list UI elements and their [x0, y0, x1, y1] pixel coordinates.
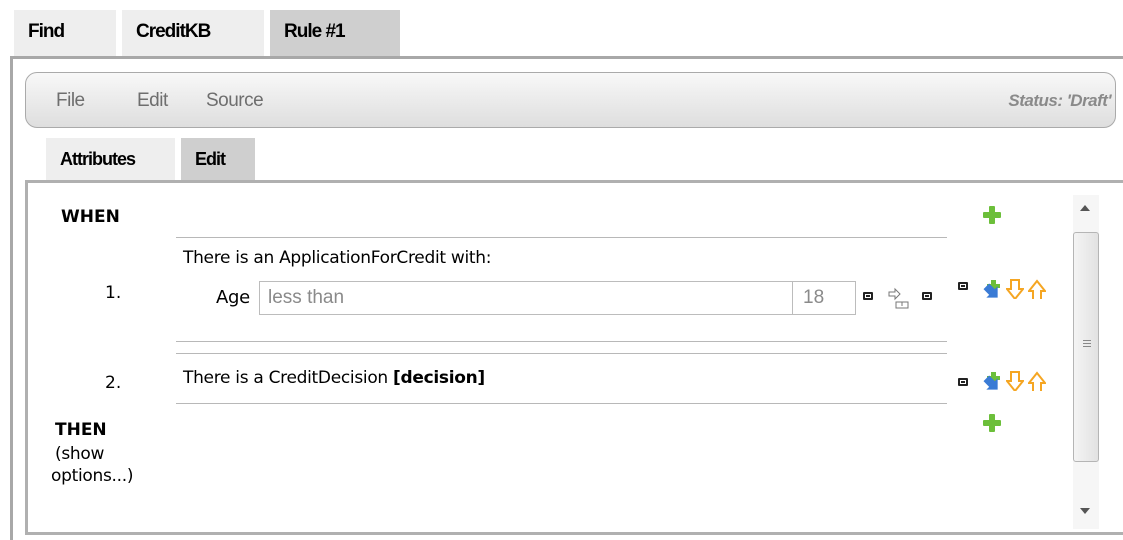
tab-rule-1[interactable]: Rule #1: [270, 10, 400, 56]
move-down-1-icon[interactable]: [1006, 279, 1024, 299]
remove-condition-2-icon[interactable]: [958, 378, 968, 386]
condition-1-number: 1.: [105, 283, 122, 303]
tab-find-label: Find: [28, 21, 65, 42]
scrollbar-thumb[interactable]: [1073, 232, 1099, 462]
edit-connective-icon[interactable]: [887, 286, 915, 310]
when-label: WHEN: [61, 207, 120, 227]
scroll-up-icon[interactable]: [1080, 205, 1090, 211]
add-action-icon[interactable]: [983, 414, 1001, 432]
menu-source[interactable]: Source: [206, 73, 264, 129]
rule-editor: [25, 180, 1123, 535]
move-up-2-icon[interactable]: [1028, 371, 1046, 391]
remove-constraint-icon[interactable]: [922, 292, 932, 300]
operator-dropdown[interactable]: less than: [259, 281, 820, 315]
scroll-down-icon[interactable]: [1080, 508, 1090, 514]
grip-line: [1083, 340, 1091, 341]
divider: [176, 341, 947, 342]
condition-2-binding: [decision]: [393, 368, 485, 388]
add-condition-icon[interactable]: [983, 206, 1001, 224]
age-value-input[interactable]: 18: [792, 281, 856, 315]
then-label: THEN: [55, 420, 107, 440]
tab-creditkb-label: CreditKB: [136, 21, 211, 42]
condition-2-pattern: There is a CreditDecision: [183, 368, 388, 388]
grip-line: [1083, 343, 1091, 344]
menu-file[interactable]: File: [56, 73, 85, 129]
tab-edit[interactable]: Edit: [181, 138, 255, 180]
condition-2-text: There is a CreditDecision [decision]: [183, 368, 485, 388]
editor-menubar: File Edit Source Status: 'Draft': [25, 72, 1116, 128]
menu-edit[interactable]: Edit: [137, 73, 168, 129]
tab-attributes[interactable]: Attributes: [46, 138, 175, 180]
condition-2-number: 2.: [105, 373, 122, 393]
tab-attributes-label: Attributes: [60, 149, 136, 169]
divider: [176, 237, 947, 238]
grip-line: [1083, 346, 1091, 347]
tab-creditkb[interactable]: CreditKB: [122, 10, 264, 56]
divider: [176, 403, 947, 404]
condition-1-text: There is an ApplicationForCredit with:: [183, 248, 492, 268]
tab-edit-label: Edit: [195, 149, 226, 169]
divider: [176, 353, 947, 354]
remove-condition-1-icon[interactable]: [958, 282, 968, 290]
field-label-age: Age: [216, 287, 250, 308]
show-options-link-line2[interactable]: options...): [51, 466, 133, 486]
insert-condition-2-icon[interactable]: [982, 372, 1000, 392]
operator-selected: less than: [268, 287, 345, 308]
age-value: 18: [803, 287, 825, 308]
show-options-link-line1[interactable]: (show: [55, 444, 104, 464]
status-label: Status: 'Draft': [1008, 91, 1111, 110]
move-down-2-icon[interactable]: [1006, 371, 1024, 391]
tab-rule-1-label: Rule #1: [284, 21, 346, 42]
move-up-1-icon[interactable]: [1028, 279, 1046, 299]
remove-field-icon[interactable]: [863, 292, 873, 300]
insert-condition-1-icon[interactable]: [982, 280, 1000, 300]
tab-find[interactable]: Find: [14, 10, 116, 56]
